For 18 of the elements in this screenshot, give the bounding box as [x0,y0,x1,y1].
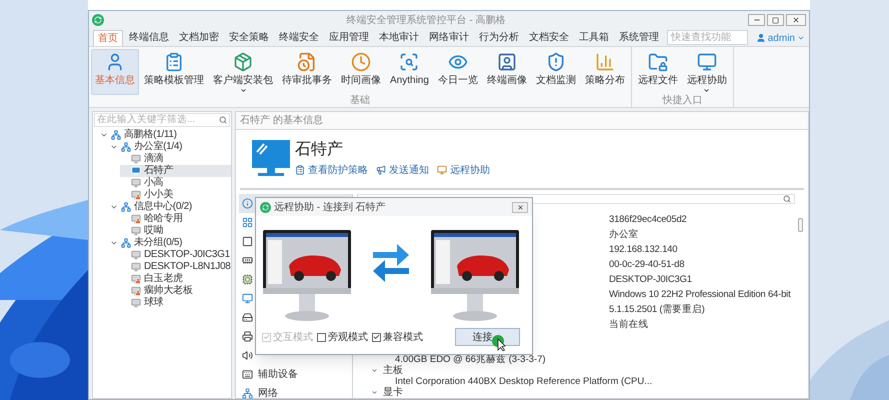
hardware-item: 4.00GB EDO @ 66兆赫兹 (3-3-3-7) [395,354,546,365]
section-heading: 主板 [383,365,403,376]
dialog-title: 远程协助 - 连接到 石特产 [274,200,387,214]
info-value: 192.168.132.140 [609,243,678,257]
info-value: DESKTOP-J0IC3G1 [609,273,692,287]
info-value: 3186f29ec4ce05d2 [609,213,687,227]
panel-title: 石特产 的基本信息 [240,114,323,128]
group-label: 快捷入口 [662,95,702,108]
info-value: 5.1.15.2501 (需要重启) [609,303,705,317]
group-label: 基础 [350,95,370,108]
hardware-item: Intel Corporation 440BX Desktop Reference Platform (CPU... [395,376,652,387]
window-title: 终端安全管理系统管控平台 - 高鹏格 [346,14,506,28]
section-heading: 显卡 [383,387,403,398]
info-value: 00-0c-29-40-51-d8 [609,258,684,272]
info-value: 当前在线 [609,318,648,332]
device-name: 石特产 [295,140,344,158]
info-value: 办公室 [609,228,638,242]
info-value: Windows 10 22H2 Professional Edition 64-bit [609,288,791,302]
